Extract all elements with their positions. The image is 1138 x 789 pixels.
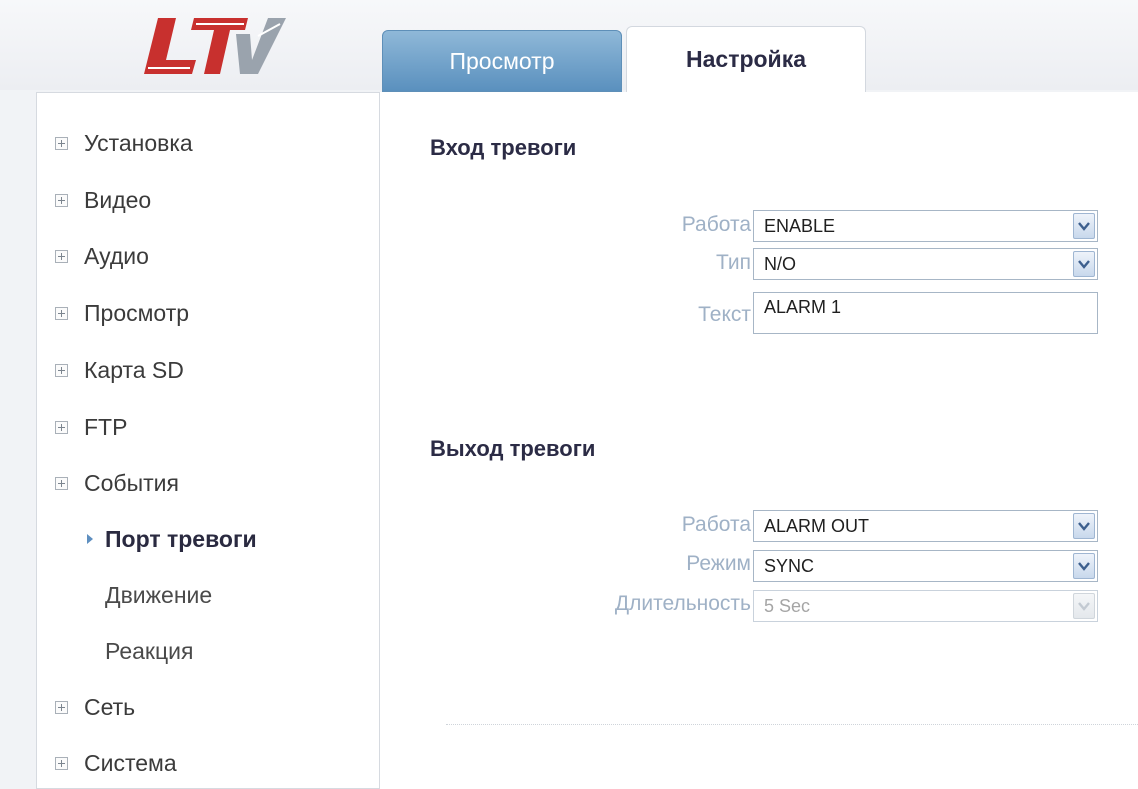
alarm-input-operation-select[interactable]: ENABLE	[753, 210, 1098, 242]
sidebar-item-system[interactable]: Система	[55, 745, 177, 781]
caret-right-icon	[87, 534, 93, 544]
alarm-input-title: Вход тревоги	[430, 135, 577, 160]
settings-panel: Вход тревоги Работа ENABLE Тип N/O Текст…	[380, 92, 1138, 789]
expand-icon	[55, 476, 68, 490]
sidebar: Установка Видео Аудио Просмотр Карта SD …	[36, 92, 380, 789]
expand-icon	[55, 249, 68, 263]
alarm-input-operation-label: Работа	[681, 213, 751, 236]
alarm-output-mode-label: Режим	[686, 552, 751, 575]
expand-icon	[55, 193, 68, 207]
alarm-input-text-field[interactable]: ALARM 1	[753, 292, 1098, 334]
expand-icon	[55, 363, 68, 377]
alarm-input-text-label: Текст	[698, 303, 751, 326]
select-value: 5 Sec	[764, 596, 811, 616]
tab-view[interactable]: Просмотр	[382, 30, 622, 92]
expand-icon	[55, 136, 68, 150]
select-value: N/O	[764, 254, 797, 274]
chevron-down-icon[interactable]	[1073, 513, 1095, 539]
expand-icon	[55, 756, 68, 770]
chevron-down-icon[interactable]	[1073, 213, 1095, 239]
sidebar-subitem-label: Порт тревоги	[105, 525, 257, 552]
sidebar-subitem-reaction[interactable]: Реакция	[105, 633, 193, 669]
expand-icon	[55, 306, 68, 320]
select-value: SYNC	[764, 556, 815, 576]
alarm-output-operation-select[interactable]: ALARM OUT	[753, 510, 1098, 542]
sidebar-item-video[interactable]: Видео	[55, 182, 151, 218]
section-divider	[446, 724, 1138, 725]
sidebar-subitem-motion[interactable]: Движение	[105, 577, 212, 613]
chevron-down-icon	[1073, 593, 1095, 619]
sidebar-item-label: Аудио	[84, 242, 149, 269]
sidebar-item-label: Видео	[84, 186, 152, 213]
chevron-down-icon[interactable]	[1073, 251, 1095, 277]
alarm-output-operation-label: Работа	[681, 513, 751, 536]
sidebar-item-label: События	[84, 469, 179, 496]
alarm-output-duration-select: 5 Sec	[753, 590, 1098, 622]
sidebar-item-label: Установка	[84, 129, 193, 156]
sidebar-item-audio[interactable]: Аудио	[55, 238, 149, 274]
select-value: ENABLE	[764, 216, 836, 236]
sidebar-item-label: Карта SD	[84, 356, 184, 383]
alarm-input-type-label: Тип	[715, 251, 751, 274]
sidebar-item-setup[interactable]: Установка	[55, 125, 193, 161]
sidebar-item-events[interactable]: События	[55, 465, 179, 501]
alarm-output-mode-select[interactable]: SYNC	[753, 550, 1098, 582]
sidebar-item-label: Просмотр	[84, 299, 190, 326]
ltv-logo	[144, 18, 286, 74]
sidebar-item-label: Сеть	[84, 693, 136, 720]
header-bar: Просмотр Настройка	[0, 0, 1138, 92]
sidebar-item-sd-card[interactable]: Карта SD	[55, 352, 184, 388]
sidebar-item-ftp[interactable]: FTP	[55, 409, 127, 445]
sidebar-item-label: FTP	[84, 413, 128, 440]
sidebar-subitem-alarm-port[interactable]: Порт тревоги	[87, 521, 257, 557]
alarm-output-duration-label: Длительность	[614, 592, 751, 615]
tab-setup[interactable]: Настройка	[626, 26, 866, 92]
chevron-down-icon[interactable]	[1073, 553, 1095, 579]
expand-icon	[55, 700, 68, 714]
select-value: ALARM OUT	[764, 516, 870, 536]
sidebar-subitem-label: Реакция	[105, 637, 194, 664]
expand-icon	[55, 420, 68, 434]
sidebar-subitem-label: Движение	[105, 581, 213, 608]
sidebar-item-label: Система	[84, 749, 177, 776]
alarm-input-type-select[interactable]: N/O	[753, 248, 1098, 280]
alarm-output-title: Выход тревоги	[430, 436, 596, 461]
sidebar-item-network[interactable]: Сеть	[55, 689, 135, 725]
sidebar-item-view[interactable]: Просмотр	[55, 295, 189, 331]
